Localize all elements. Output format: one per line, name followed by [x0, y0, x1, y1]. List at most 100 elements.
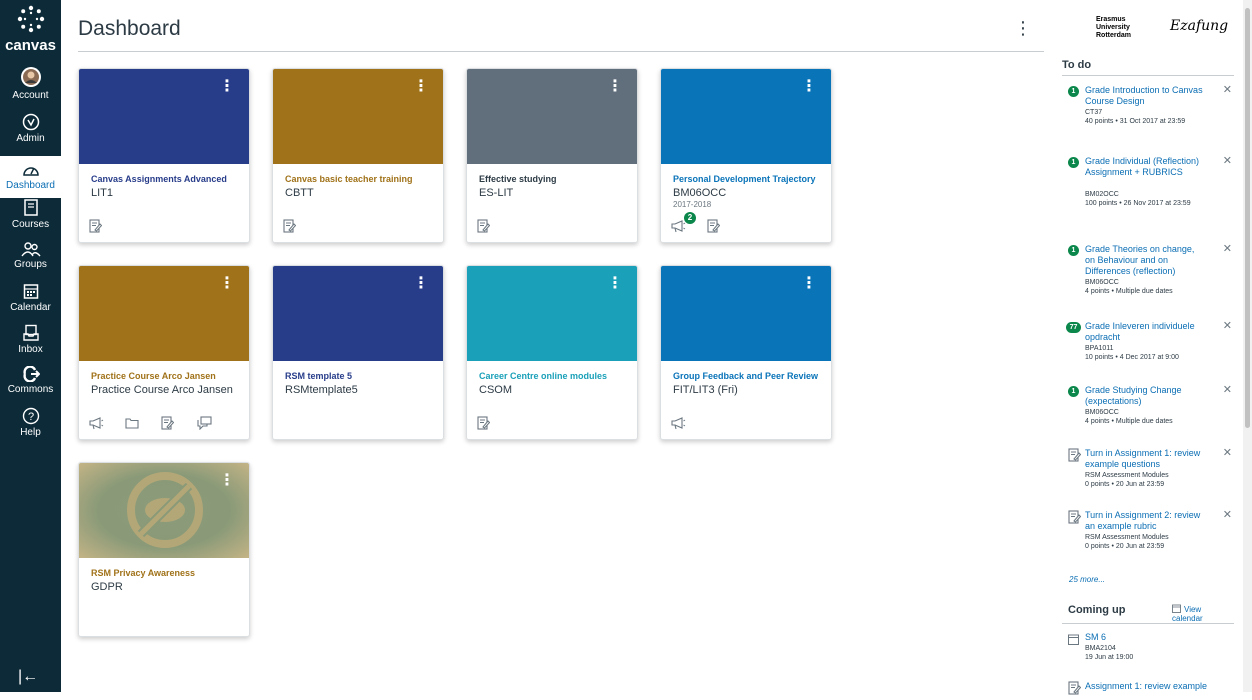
- course-name[interactable]: Career Centre online modules: [479, 371, 634, 381]
- card-options-button[interactable]: ⋮: [801, 79, 817, 95]
- course-name[interactable]: Practice Course Arco Jansen: [91, 371, 246, 381]
- todo-title-link[interactable]: Grade Inleveren individuele opdracht: [1085, 321, 1205, 343]
- scrollbar-thumb[interactable]: [1245, 8, 1250, 428]
- needs-grading-badge: 1: [1068, 86, 1079, 97]
- dismiss-todo-button[interactable]: ✕: [1223, 383, 1232, 396]
- assignment-icon[interactable]: [89, 219, 125, 235]
- card-options-button[interactable]: ⋮: [219, 473, 235, 489]
- page-scrollbar[interactable]: [1243, 0, 1252, 692]
- nav-help[interactable]: ? Help: [0, 407, 61, 438]
- todo-title-link[interactable]: Turn in Assignment 2: review an example …: [1085, 510, 1205, 532]
- course-code: RSMtemplate5: [285, 384, 358, 396]
- course-card-hero[interactable]: ⋮: [467, 69, 637, 164]
- todo-meta: 4 points • Multiple due dates: [1085, 288, 1173, 295]
- course-card[interactable]: ⋮ Practice Course Arco Jansen Practice Cou…: [78, 265, 250, 440]
- todo-title-link[interactable]: Grade Studying Change (expectations): [1085, 385, 1205, 407]
- dismiss-todo-button[interactable]: ✕: [1223, 446, 1232, 459]
- course-card-hero[interactable]: ⋮: [79, 69, 249, 164]
- needs-grading-badge: 1: [1068, 157, 1079, 168]
- nav-inbox[interactable]: Inbox: [0, 324, 61, 355]
- course-card-hero[interactable]: ⋮: [79, 463, 249, 558]
- coming-up-title-link[interactable]: SM 6: [1085, 632, 1235, 643]
- todo-meta: 0 points • 20 Jun at 23:59: [1085, 481, 1165, 488]
- nav-admin[interactable]: Admin: [0, 113, 61, 144]
- coming-up-title-link[interactable]: Assignment 1: review example: [1085, 681, 1235, 692]
- canvas-logo[interactable]: canvas: [0, 4, 61, 54]
- announcement-icon[interactable]: [89, 416, 125, 432]
- course-card[interactable]: ⋮ Personal Development Trajectory BM06OCC 2…: [660, 68, 832, 243]
- course-card[interactable]: ⋮ Canvas basic teacher training CBTT: [272, 68, 444, 243]
- assignment-icon[interactable]: [477, 416, 513, 432]
- todo-course: BM06OCC: [1085, 409, 1119, 416]
- avatar: [20, 67, 41, 87]
- course-card-actions: [283, 219, 319, 235]
- card-options-button[interactable]: ⋮: [413, 276, 429, 292]
- page-title: Dashboard: [78, 17, 181, 40]
- course-card[interactable]: ⋮ Career Centre online modules CSOM: [466, 265, 638, 440]
- nav-commons[interactable]: Commons: [0, 366, 61, 395]
- announcement-icon[interactable]: [671, 416, 707, 432]
- card-options-button[interactable]: ⋮: [801, 276, 817, 292]
- course-name[interactable]: RSM Privacy Awareness: [91, 568, 246, 578]
- nav-dashboard[interactable]: Dashboard: [0, 156, 61, 198]
- dashboard-options-button[interactable]: ⋮: [1014, 18, 1032, 39]
- todo-title-link[interactable]: Turn in Assignment 1: review example que…: [1085, 448, 1205, 470]
- card-options-button[interactable]: ⋮: [219, 276, 235, 292]
- course-card-hero[interactable]: ⋮: [273, 69, 443, 164]
- folder-icon[interactable]: [125, 416, 161, 432]
- course-card[interactable]: ⋮ Canvas Assignments Advanced LIT1: [78, 68, 250, 243]
- course-name[interactable]: Canvas basic teacher training: [285, 174, 440, 184]
- todo-title-link[interactable]: Grade Individual (Reflection) Assignment…: [1085, 156, 1205, 178]
- todo-title-link[interactable]: Grade Introduction to Canvas Course Desi…: [1085, 85, 1205, 107]
- course-name[interactable]: Personal Development Trajectory: [673, 174, 828, 184]
- course-card[interactable]: ⋮ RSM Privacy Awareness GDPR: [78, 462, 250, 637]
- nav-help-label: Help: [20, 427, 41, 438]
- course-card-hero[interactable]: ⋮: [79, 266, 249, 361]
- nav-account[interactable]: Account: [0, 66, 61, 101]
- view-calendar-link[interactable]: View calendar: [1172, 604, 1234, 623]
- nav-courses[interactable]: Courses: [0, 199, 61, 230]
- dismiss-todo-button[interactable]: ✕: [1223, 242, 1232, 255]
- course-card-actions: 2: [671, 212, 743, 235]
- course-card-hero[interactable]: ⋮: [661, 69, 831, 164]
- card-options-button[interactable]: ⋮: [413, 79, 429, 95]
- nav-dashboard-label: Dashboard: [6, 180, 55, 191]
- assignment-icon[interactable]: [707, 219, 743, 235]
- collapse-nav-button[interactable]: |←: [18, 668, 38, 686]
- needs-grading-badge: 1: [1068, 386, 1079, 397]
- discussion-icon[interactable]: [197, 416, 233, 432]
- course-card-hero[interactable]: ⋮: [273, 266, 443, 361]
- course-card[interactable]: ⋮ Group Feedback and Peer Review FIT/LIT3 …: [660, 265, 832, 440]
- dismiss-todo-button[interactable]: ✕: [1223, 154, 1232, 167]
- assignment-icon[interactable]: [161, 416, 197, 432]
- course-code: CBTT: [285, 187, 314, 199]
- course-name[interactable]: Effective studying: [479, 174, 634, 184]
- assignment-icon: [1068, 510, 1082, 524]
- card-options-button[interactable]: ⋮: [607, 276, 623, 292]
- nav-calendar[interactable]: Calendar: [0, 282, 61, 313]
- dismiss-todo-button[interactable]: ✕: [1223, 508, 1232, 521]
- course-name[interactable]: RSM template 5: [285, 371, 440, 381]
- needs-grading-badge: 77: [1066, 322, 1081, 333]
- more-todos-link[interactable]: 25 more...: [1069, 575, 1105, 584]
- nav-inbox-label: Inbox: [18, 344, 43, 355]
- dismiss-todo-button[interactable]: ✕: [1223, 319, 1232, 332]
- course-name[interactable]: Group Feedback and Peer Review: [673, 371, 828, 381]
- assignment-icon[interactable]: [283, 219, 319, 235]
- announcement-icon[interactable]: 2: [671, 212, 707, 235]
- dismiss-todo-button[interactable]: ✕: [1223, 83, 1232, 96]
- logo-line: University: [1096, 24, 1130, 31]
- assignment-icon[interactable]: [477, 219, 513, 235]
- nav-groups[interactable]: Groups: [0, 241, 61, 270]
- course-card-actions: [477, 219, 513, 235]
- course-card-hero[interactable]: ⋮: [467, 266, 637, 361]
- card-options-button[interactable]: ⋮: [219, 79, 235, 95]
- canvas-flower-icon: [17, 5, 44, 33]
- course-card[interactable]: ⋮ Effective studying ES-LIT: [466, 68, 638, 243]
- card-options-button[interactable]: ⋮: [607, 79, 623, 95]
- course-name[interactable]: Canvas Assignments Advanced: [91, 174, 246, 184]
- todo-title-link[interactable]: Grade Theories on change, on Behaviour a…: [1085, 244, 1205, 277]
- course-card-hero[interactable]: ⋮: [661, 266, 831, 361]
- calendar-icon: [1068, 632, 1080, 645]
- course-card[interactable]: ⋮ RSM template 5 RSMtemplate5: [272, 265, 444, 440]
